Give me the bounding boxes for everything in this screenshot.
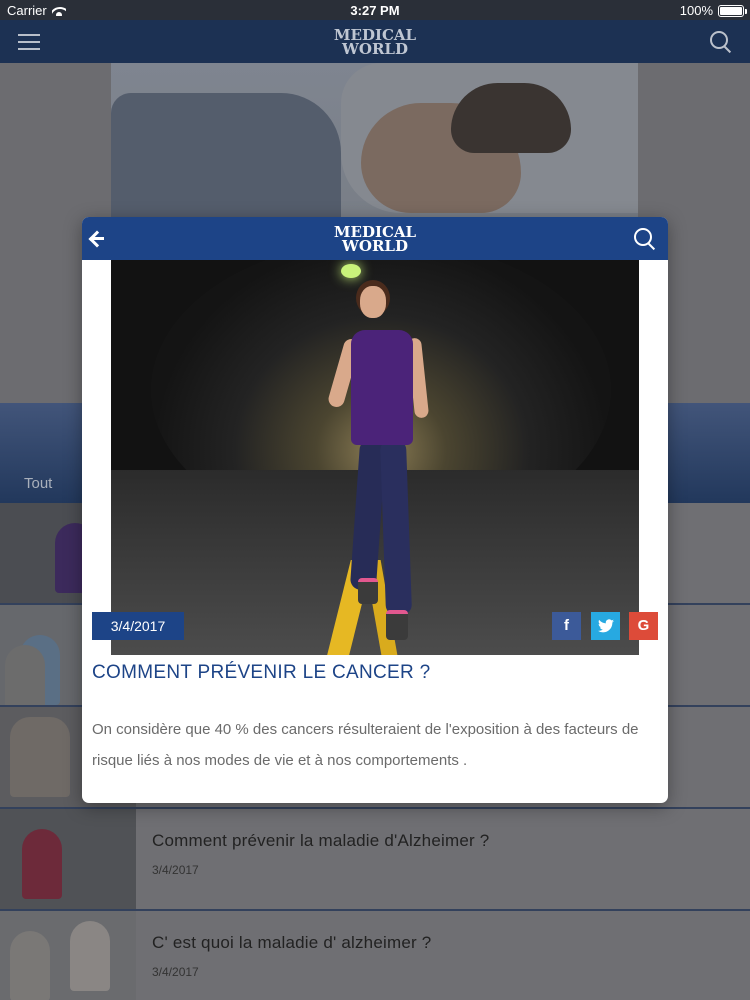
search-icon[interactable] — [634, 228, 656, 250]
article-image — [111, 260, 639, 655]
article-modal: MEDICAL WORLD 3/4/2017 f G COMMENT PRÉVE… — [82, 217, 668, 803]
battery-group: 100% — [679, 3, 747, 18]
list-item[interactable]: C' est quoi la maladie d' alzheimer ? 3/… — [0, 911, 750, 1000]
list-item-title: C' est quoi la maladie d' alzheimer ? — [152, 933, 432, 952]
battery-icon — [718, 4, 747, 17]
back-arrow-icon[interactable] — [88, 229, 108, 247]
app-header: MEDICAL WORLD — [0, 20, 750, 63]
article-paragraph: On considère que 40 % des cancers résult… — [92, 721, 639, 769]
logo-line2: WORLD — [342, 237, 408, 255]
twitter-share-button[interactable] — [591, 612, 620, 640]
article-title: COMMENT PRÉVENIR LE CANCER ? — [92, 662, 431, 683]
tab-tout[interactable]: Tout — [24, 475, 52, 492]
list-item-date: 3/4/2017 — [152, 863, 199, 877]
google-share-button[interactable]: G — [629, 612, 658, 640]
article-date-badge: 3/4/2017 — [92, 612, 184, 640]
clock: 3:27 PM — [350, 3, 400, 18]
search-icon[interactable] — [710, 31, 732, 53]
battery-percent: 100% — [679, 3, 713, 18]
article-thumbnail — [0, 911, 136, 1000]
list-item-title: Comment prévenir la maladie d'Alzheimer … — [152, 831, 490, 850]
modal-header: MEDICAL WORLD — [82, 217, 668, 260]
list-item-date: 3/4/2017 — [152, 965, 199, 979]
modal-logo: MEDICAL WORLD — [325, 225, 425, 255]
logo-line2: WORLD — [342, 40, 408, 58]
twitter-bird-icon — [597, 619, 614, 633]
facebook-share-button[interactable]: f — [552, 612, 581, 640]
status-bar: Carrier 3:27 PM 100% — [0, 0, 750, 20]
article-body: On considère que 40 % des cancers résult… — [92, 714, 652, 788]
list-item[interactable]: Comment prévenir la maladie d'Alzheimer … — [0, 809, 750, 911]
article-thumbnail — [0, 809, 136, 909]
hamburger-menu-icon[interactable] — [18, 34, 40, 50]
app-logo: MEDICAL WORLD — [325, 28, 425, 58]
